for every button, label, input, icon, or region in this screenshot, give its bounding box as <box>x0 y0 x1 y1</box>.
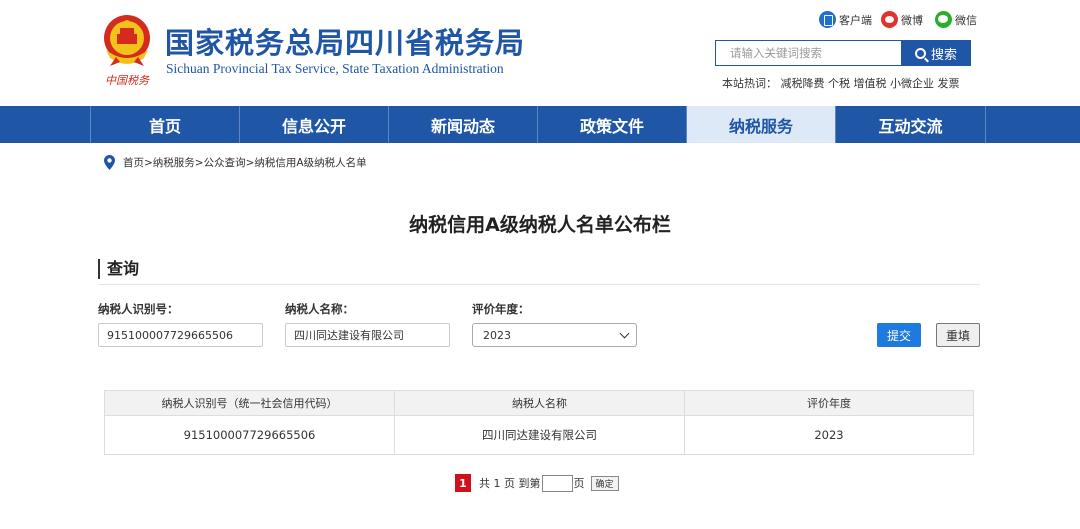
page-go-button[interactable]: 确定 <box>590 475 619 491</box>
emblem-caption: 中国税务 <box>105 74 150 87</box>
submit-button[interactable]: 提交 <box>877 323 921 347</box>
cell-year: 2023 <box>684 415 974 455</box>
taxpayer-name-label: 纳税人名称： <box>285 302 354 316</box>
evaluation-year-value: 2023 <box>483 328 511 342</box>
column-header-taxpayer-name: 纳税人名称 <box>394 390 685 416</box>
client-link[interactable]: 客户端 <box>819 11 872 28</box>
hot-words-links[interactable]: 减税降费 个税 增值税 小微企业 发票 <box>781 77 960 90</box>
main-nav: 首页 信息公开 新闻动态 政策文件 纳税服务 互动交流 <box>0 106 1080 143</box>
site-subtitle: Sichuan Provincial Tax Service, State Ta… <box>166 61 504 76</box>
wechat-icon <box>935 11 952 28</box>
nav-item-info[interactable]: 信息公开 <box>239 106 388 143</box>
column-header-year: 评价年度 <box>684 390 974 416</box>
section-divider <box>98 284 980 285</box>
taxpayer-id-input[interactable]: 915100007729665506 <box>98 323 263 347</box>
evaluation-year-label: 评价年度： <box>472 302 530 316</box>
chevron-down-icon <box>619 328 630 339</box>
taxpayer-id-label: 纳税人识别号： <box>98 302 179 316</box>
breadcrumb-path[interactable]: 首页>纳税服务>公众查询>纳税信用A级纳税人名单 <box>123 155 367 170</box>
page-title: 纳税信用A级纳税人名单公布栏 <box>409 214 671 236</box>
cell-taxpayer-name: 四川同达建设有限公司 <box>394 415 685 455</box>
wechat-link-label: 微信 <box>955 13 977 27</box>
search-button[interactable]: 搜索 <box>901 40 971 66</box>
nav-item-policy[interactable]: 政策文件 <box>537 106 686 143</box>
hot-words-label: 本站热词： <box>722 77 777 90</box>
pagination: 1 共 1 页 到第 页 确定 <box>455 474 619 492</box>
nav-item-home[interactable]: 首页 <box>90 106 239 143</box>
client-link-label: 客户端 <box>839 13 872 27</box>
wechat-link[interactable]: 微信 <box>935 11 977 28</box>
page-jump-input[interactable] <box>541 474 573 492</box>
results-table: 纳税人识别号（统一社会信用代码） 纳税人名称 评价年度 915100007729… <box>104 390 974 455</box>
table-header-row: 纳税人识别号（统一社会信用代码） 纳税人名称 评价年度 <box>104 390 974 416</box>
site-title[interactable]: 国家税务总局四川省税务局 <box>165 20 525 62</box>
nav-item-news[interactable]: 新闻动态 <box>388 106 537 143</box>
weibo-icon <box>881 11 898 28</box>
nav-divider <box>985 106 986 143</box>
weibo-link-label: 微博 <box>901 13 923 27</box>
search-input[interactable]: 请输入关键词搜索 <box>715 40 901 66</box>
phone-icon <box>819 11 836 28</box>
reset-button[interactable]: 重填 <box>936 323 980 347</box>
weibo-link[interactable]: 微博 <box>881 11 923 28</box>
search-icon <box>914 47 926 59</box>
site-header: 中国税务 国家税务总局四川省税务局 Sichuan Provincial Tax… <box>0 0 1080 106</box>
cell-taxpayer-id: 915100007729665506 <box>104 415 395 455</box>
query-section-title: 查询 <box>98 259 139 279</box>
breadcrumb: 首页>纳税服务>公众查询>纳税信用A级纳税人名单 <box>104 155 367 170</box>
nav-item-interaction[interactable]: 互动交流 <box>835 106 985 143</box>
total-pages-text: 共 1 页 到第 <box>479 477 541 490</box>
table-row: 915100007729665506 四川同达建设有限公司 2023 <box>104 415 974 455</box>
hot-words: 本站热词： 减税降费 个税 增值税 小微企业 发票 <box>722 75 960 91</box>
current-page[interactable]: 1 <box>455 474 471 492</box>
evaluation-year-select[interactable]: 2023 <box>472 323 637 347</box>
page-suffix: 页 <box>573 477 585 490</box>
nav-item-service[interactable]: 纳税服务 <box>686 106 835 143</box>
taxpayer-name-input[interactable]: 四川同达建设有限公司 <box>285 323 450 347</box>
location-pin-icon <box>104 155 115 170</box>
column-header-taxpayer-id: 纳税人识别号（统一社会信用代码） <box>104 390 395 416</box>
search-button-label: 搜索 <box>930 47 957 63</box>
tax-emblem-icon[interactable]: 中国税务 <box>98 8 156 90</box>
